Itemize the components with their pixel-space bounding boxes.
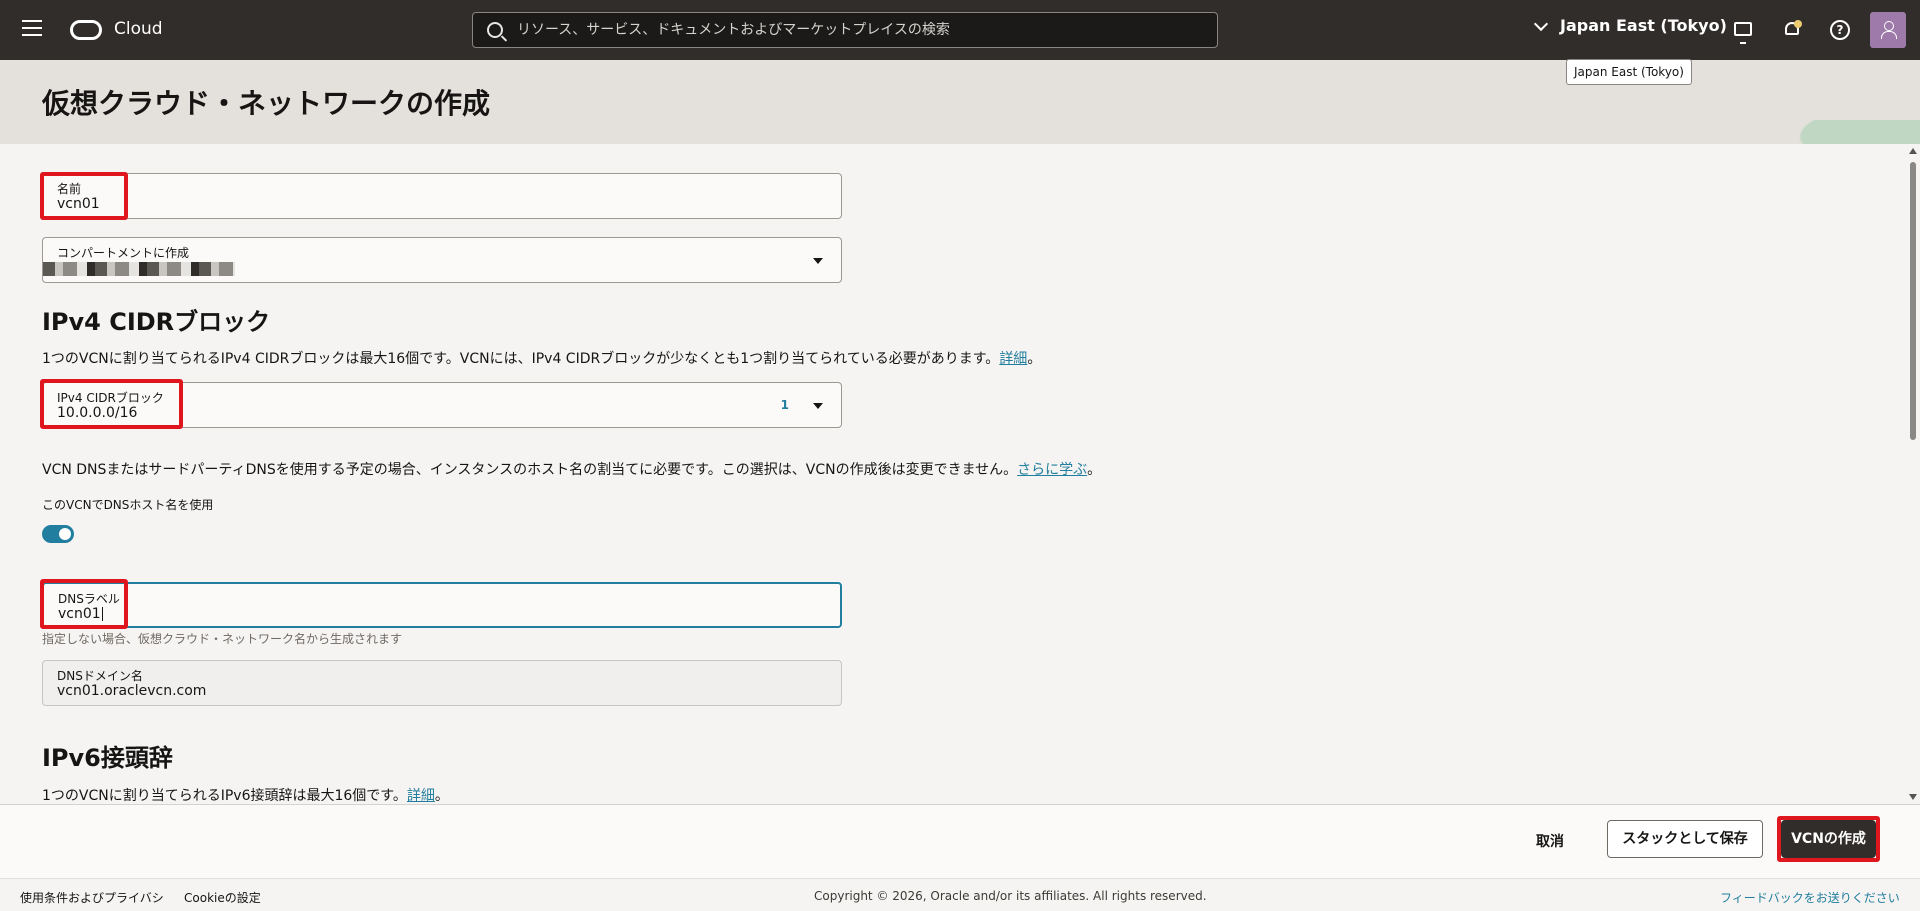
scroll-down-arrow-icon[interactable] — [1909, 794, 1917, 800]
ipv6-description: 1つのVCNに割り当てられるIPv6接頭辞は最大16個です。詳細。 — [42, 785, 449, 804]
scroll-up-arrow-icon[interactable] — [1909, 148, 1917, 154]
region-label: Japan East (Tokyo) — [1560, 16, 1727, 35]
page-footer: 使用条件およびプライバシ Cookieの設定 Copyright © 2026,… — [0, 878, 1920, 911]
ipv6-details-link[interactable]: 詳細 — [407, 788, 435, 804]
user-avatar[interactable] — [1870, 12, 1906, 48]
name-field[interactable]: 名前 vcn01 — [42, 173, 842, 219]
ipv4-desc-text: 1つのVCNに割り当てられるIPv4 CIDRブロックは最大16個です。VCNに… — [42, 351, 1000, 367]
dns-label-label: DNSラベル — [58, 592, 120, 606]
dns-desc-text: VCN DNSまたはサードパーティDNSを使用する予定の場合、インスタンスのホス… — [42, 462, 1018, 478]
top-navigation-bar: Cloud Japan East (Tokyo) ? — [0, 0, 1920, 60]
oracle-logo-icon[interactable] — [70, 20, 102, 40]
create-vcn-button[interactable]: VCNの作成 — [1781, 820, 1876, 858]
form-content: 名前 vcn01 コンパートメントに作成 IPv4 CIDRブロック 1つのVC… — [0, 144, 1906, 804]
dns-toggle-label: このVCNでDNSホスト名を使用 — [42, 498, 214, 512]
action-bar: 取消 スタックとして保存 VCNの作成 — [0, 804, 1920, 878]
region-selector[interactable]: Japan East (Tokyo) — [1533, 16, 1727, 35]
dns-desc-end: 。 — [1087, 462, 1102, 478]
notifications-bell-icon[interactable] — [1782, 20, 1802, 40]
ipv4-cidr-select[interactable]: IPv4 CIDRブロック 10.0.0.0/16 1 — [42, 382, 842, 428]
learn-more-link[interactable]: さらに学ぶ — [1017, 462, 1087, 478]
ipv4-cidr-label: IPv4 CIDRブロック — [57, 391, 164, 405]
ipv4-cidr-value: 10.0.0.0/16 — [57, 405, 138, 421]
name-label: 名前 — [57, 182, 82, 196]
search-icon — [487, 22, 503, 38]
caret-down-icon — [813, 258, 823, 264]
help-icon[interactable]: ? — [1830, 20, 1850, 40]
ipv6-desc-end: 。 — [434, 788, 449, 804]
feedback-link[interactable]: フィードバックをお送りください — [1720, 889, 1900, 906]
global-search[interactable] — [472, 12, 1218, 48]
dns-label-value: vcn01 — [58, 606, 103, 622]
dns-domain-field: DNSドメイン名 vcn01.oraclevcn.com — [42, 660, 842, 706]
ipv4-heading: IPv4 CIDRブロック — [42, 308, 271, 336]
search-input[interactable] — [517, 13, 1207, 47]
dns-label-help: 指定しない場合、仮想クラウド・ネットワーク名から生成されます — [42, 632, 403, 646]
chevron-down-icon — [1533, 16, 1549, 31]
dns-hostname-toggle[interactable] — [42, 525, 74, 543]
save-as-stack-button[interactable]: スタックとして保存 — [1607, 820, 1763, 858]
cloud-shell-icon[interactable] — [1734, 22, 1752, 44]
page-title: 仮想クラウド・ネットワークの作成 — [42, 87, 491, 120]
dns-domain-label: DNSドメイン名 — [57, 669, 143, 683]
vertical-scrollbar[interactable] — [1906, 144, 1920, 804]
menu-icon[interactable] — [22, 20, 42, 40]
cidr-count-badge: 1 — [780, 398, 789, 412]
region-tooltip: Japan East (Tokyo) — [1566, 59, 1692, 85]
scroll-thumb[interactable] — [1910, 162, 1916, 440]
redacted-compartment-value — [43, 262, 235, 276]
compartment-select[interactable]: コンパートメントに作成 — [42, 237, 842, 283]
cookie-settings-link[interactable]: Cookieの設定 — [184, 889, 261, 906]
ipv4-desc-end: 。 — [1027, 351, 1042, 367]
dns-label-field[interactable]: DNSラベル vcn01 — [42, 582, 842, 628]
notification-dot — [1794, 20, 1802, 28]
dns-description: VCN DNSまたはサードパーティDNSを使用する予定の場合、インスタンスのホス… — [42, 459, 1101, 479]
ipv4-details-link[interactable]: 詳細 — [999, 351, 1027, 367]
terms-link[interactable]: 使用条件およびプライバシ — [20, 889, 164, 906]
ipv6-heading: IPv6接頭辞 — [42, 744, 173, 772]
text-cursor — [101, 607, 103, 621]
ipv6-desc-text: 1つのVCNに割り当てられるIPv6接頭辞は最大16個です。 — [42, 788, 407, 804]
caret-down-icon — [813, 403, 823, 409]
cancel-button[interactable]: 取消 — [1536, 831, 1564, 851]
brand-label[interactable]: Cloud — [114, 19, 163, 39]
copyright-text: Copyright © 2026, Oracle and/or its affi… — [814, 889, 1207, 903]
ipv4-description: 1つのVCNに割り当てられるIPv4 CIDRブロックは最大16個です。VCNに… — [42, 348, 1041, 368]
compartment-label: コンパートメントに作成 — [57, 246, 190, 260]
leaf-decoration — [1700, 120, 1920, 144]
name-value: vcn01 — [57, 196, 100, 212]
dns-domain-value: vcn01.oraclevcn.com — [57, 683, 207, 699]
